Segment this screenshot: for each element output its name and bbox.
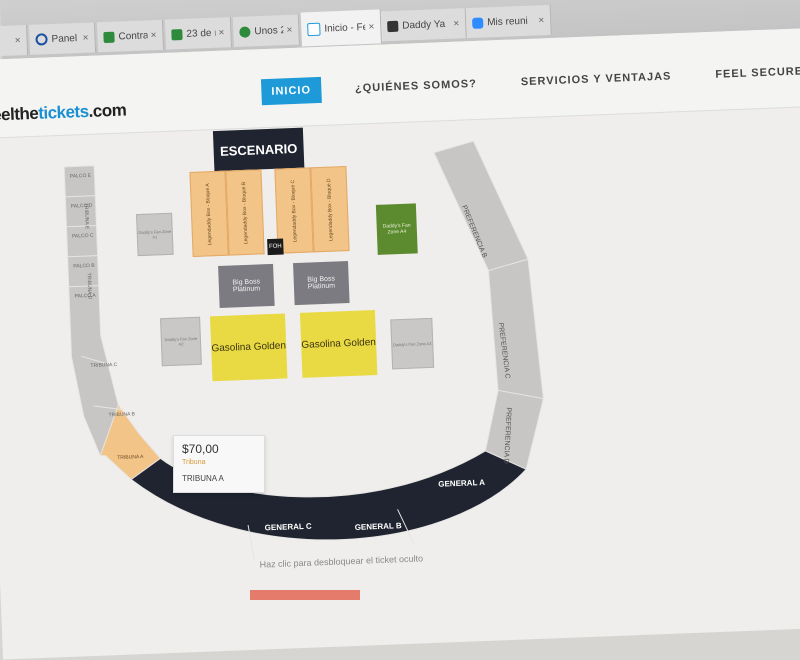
close-icon[interactable]: × [538,15,544,26]
nav-quienes-somos[interactable]: ¿QUIÉNES SOMOS? [345,71,488,102]
preferencia-b-label: PREFERENCIA B [460,203,488,259]
palco-e-label: PALCO E [69,172,92,180]
browser-tab[interactable]: Unos 20 × [232,14,300,48]
tribuna-b-label: TRIBUNA B [108,411,136,419]
fan-zone-a2[interactable]: Daddy's Fan Zone A2 [160,316,202,367]
golden-left[interactable]: Gasolina Golden [210,313,288,382]
tribuna-c-label: TRIBUNA C [90,361,118,369]
platinum-left[interactable]: Big Boss Platinum [218,263,275,308]
browser-tab[interactable]: Mis reuni × [465,4,552,39]
close-icon[interactable]: × [453,18,459,29]
general-b-label: GENERAL B [354,520,402,532]
browser-tab[interactable]: Daddy Ya × [380,8,467,42]
close-icon[interactable]: × [368,21,374,32]
zone-tooltip: $70,00 Tribuna TRIBUNA A [173,435,265,493]
page-icon [307,22,321,36]
legendaddy-bloque-a[interactable]: Legendaddy Box - Bloque A [189,170,229,257]
fan-zone-a4[interactable]: Daddy's Fan Zone A4 [375,203,418,255]
site-logo[interactable]: eelthetickets.com [0,100,127,125]
general-c-label: GENERAL C [264,521,312,532]
stage: ESCENARIO [212,127,305,172]
tribuna-a-label: TRIBUNA A [117,454,144,462]
unlock-button[interactable] [250,590,360,600]
browser-tab[interactable]: ...× [0,24,29,58]
browser-tab[interactable]: Contrase × [96,19,165,53]
nav-servicios[interactable]: SERVICIOS Y VENTAJAS [510,63,681,96]
letter-icon [387,20,399,32]
preferencia-ring[interactable] [433,139,547,473]
tooltip-category: Tribuna [182,459,206,466]
fan-zone-a1[interactable]: Daddy's Fan Zone A1 [136,212,174,257]
legendaddy-bloque-b[interactable]: Legendaddy Box - Bloque B [225,169,265,256]
circle-icon [239,25,251,38]
sheets-icon [171,28,183,40]
browser-tab-active[interactable]: Inicio - Fe × [300,9,382,47]
browser-tab[interactable]: 23 de nov× [164,17,232,50]
browser-tab[interactable]: Panel Mi× [28,22,97,55]
preferencia-d-label: PREFERENCIA D [501,406,512,464]
platinum-right[interactable]: Big Boss Platinum [293,261,350,306]
web-page: eelthetickets.com INICIO ¿QUIÉNES SOMOS?… [0,26,800,660]
close-icon[interactable]: × [15,35,21,46]
close-icon[interactable]: × [82,32,88,43]
sheets-icon [103,31,115,43]
tooltip-price: $70,00 [182,442,219,456]
close-icon[interactable]: × [150,30,156,41]
seat-map: PALCO E PALCO D PALCO C PALCO B PALCO A … [53,116,630,597]
close-icon[interactable]: × [286,24,292,35]
circle-icon [35,33,48,46]
main-nav: INICIO ¿QUIÉNES SOMOS? SERVICIOS Y VENTA… [260,58,800,106]
tooltip-zone-name: TRIBUNA A [182,474,224,483]
general-a-label: GENERAL A [438,477,486,489]
fan-zone-a3[interactable]: Daddy's Fan Zone A3 [390,317,435,370]
legendaddy-bloque-d[interactable]: Legendaddy Box - Bloque D [310,166,350,253]
nav-feel-secure[interactable]: FEEL SECURE [705,58,800,88]
video-icon [472,16,484,29]
golden-right[interactable]: Gasolina Golden [299,310,378,378]
close-icon[interactable]: × [218,27,224,38]
foh-box: FOH [267,238,284,256]
nav-inicio[interactable]: INICIO [260,76,322,106]
